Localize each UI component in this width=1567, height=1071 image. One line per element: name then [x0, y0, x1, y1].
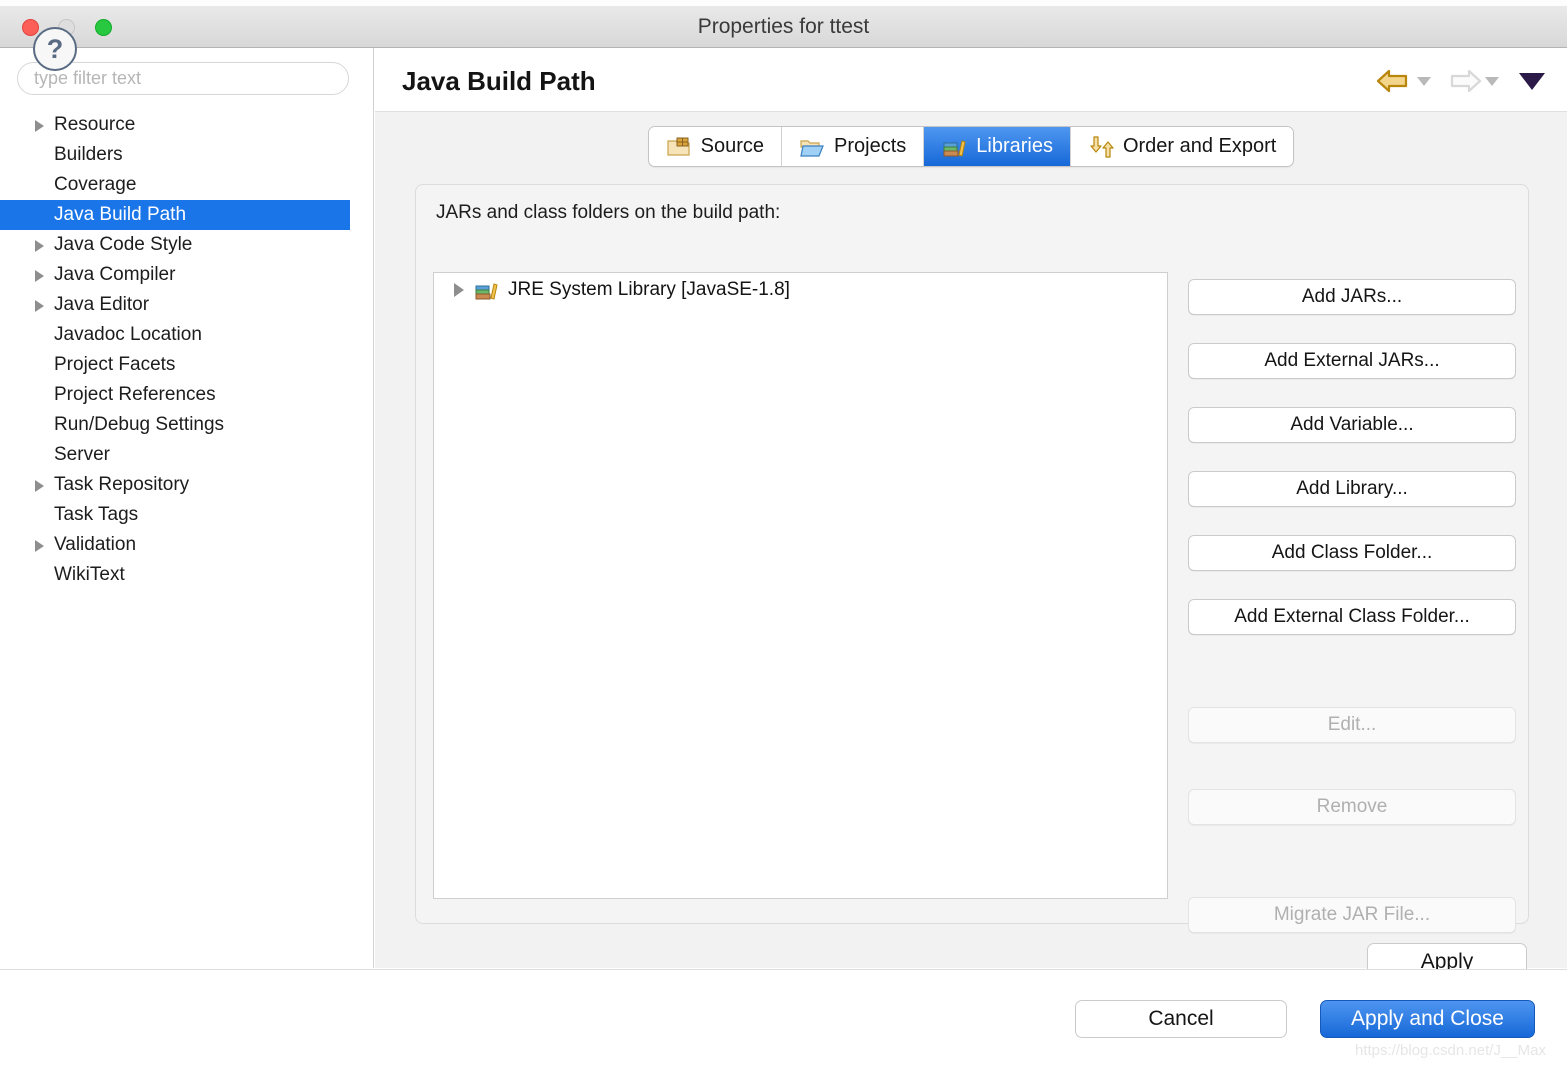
navigation-controls — [1375, 62, 1545, 100]
watermark: https://blog.csdn.net/J__Max — [1355, 1042, 1546, 1059]
sidebar-item-label: Task Repository — [54, 474, 190, 495]
tab-label: Projects — [834, 135, 907, 157]
expand-triangle-icon[interactable] — [454, 283, 464, 297]
add-variable-button[interactable]: Add Variable... — [1188, 407, 1516, 443]
migrate-jar-file-button: Migrate JAR File... — [1188, 897, 1516, 933]
sidebar-item-project-references[interactable]: Project References — [0, 380, 373, 410]
back-arrow-icon[interactable] — [1375, 66, 1415, 96]
dropdown-triangle-icon[interactable] — [1519, 72, 1545, 90]
sidebar-item-label: Task Tags — [54, 504, 139, 525]
sidebar-item-label: Validation — [54, 534, 137, 555]
add-external-class-folder-button[interactable]: Add External Class Folder... — [1188, 599, 1516, 635]
add-external-jars-button[interactable]: Add External JARs... — [1188, 343, 1516, 379]
tab-projects[interactable]: Projects — [782, 127, 925, 166]
properties-dialog: Properties for ttest Resource Builders Cov… — [0, 0, 1567, 1071]
cancel-button[interactable]: Cancel — [1075, 1000, 1287, 1038]
sidebar-item-validation[interactable]: Validation — [0, 530, 373, 560]
libraries-tab-panel: JARs and class folders on the build path… — [415, 184, 1529, 933]
sidebar-item-label: Server — [54, 444, 110, 465]
tab-libraries[interactable]: Libraries — [924, 127, 1071, 166]
libraries-listbox[interactable]: JRE System Library [JavaSE-1.8] — [433, 272, 1168, 899]
sidebar-item-java-code-style[interactable]: Java Code Style — [0, 230, 373, 260]
help-icon[interactable]: ? — [33, 27, 77, 71]
tab-label: Libraries — [976, 135, 1053, 157]
expand-triangle-icon[interactable] — [35, 120, 44, 132]
sidebar-item-javadoc-location[interactable]: Javadoc Location — [0, 320, 373, 350]
main-panel: Java Build Path Source Projects Librarie… — [375, 48, 1567, 981]
settings-sidebar: Resource Builders Coverage Java Build Path J… — [0, 48, 374, 968]
sidebar-item-project-facets[interactable]: Project Facets — [0, 350, 373, 380]
sidebar-item-resource[interactable]: Resource — [0, 110, 373, 140]
back-history-caret-icon[interactable] — [1417, 76, 1431, 86]
libraries-action-buttons: Add JARs... Add External JARs... Add Varia… — [1188, 279, 1516, 961]
window-titlebar: Properties for ttest — [0, 6, 1567, 48]
tab-order-and-export[interactable]: Order and Export — [1070, 127, 1294, 166]
settings-tree: Resource Builders Coverage Java Build Path J… — [0, 110, 373, 590]
sidebar-item-task-repository[interactable]: Task Repository — [0, 470, 373, 500]
sidebar-item-builders[interactable]: Builders — [0, 140, 373, 170]
source-folder-icon — [667, 137, 690, 156]
add-jars-button[interactable]: Add JARs... — [1188, 279, 1516, 315]
dialog-body: Resource Builders Coverage Java Build Path J… — [0, 48, 1567, 981]
sidebar-item-coverage[interactable]: Coverage — [0, 170, 373, 200]
add-library-button[interactable]: Add Library... — [1188, 471, 1516, 507]
sidebar-item-label: Builders — [54, 144, 123, 165]
build-path-tabs: Source Projects Libraries Order and Export — [375, 126, 1567, 167]
edit-button: Edit... — [1188, 707, 1516, 743]
order-arrows-icon — [1090, 135, 1114, 158]
sidebar-item-label: Java Compiler — [54, 264, 176, 285]
expand-triangle-icon[interactable] — [35, 270, 44, 282]
sidebar-item-label: WikiText — [54, 564, 125, 585]
sidebar-item-java-compiler[interactable]: Java Compiler — [0, 260, 373, 290]
sidebar-item-server[interactable]: Server — [0, 440, 373, 470]
tab-source[interactable]: Source — [648, 127, 782, 166]
sidebar-item-label: Resource — [54, 114, 136, 135]
project-folder-icon — [800, 139, 824, 157]
list-item-label: JRE System Library [JavaSE-1.8] — [508, 279, 790, 300]
sidebar-item-label: Project References — [54, 384, 216, 405]
expand-triangle-icon[interactable] — [35, 540, 44, 552]
window-title: Properties for ttest — [697, 15, 870, 38]
books-icon — [475, 283, 498, 300]
books-icon — [943, 139, 966, 157]
sidebar-item-wikitext[interactable]: WikiText — [0, 560, 373, 590]
remove-button: Remove — [1188, 789, 1516, 825]
expand-triangle-icon[interactable] — [35, 240, 44, 252]
tab-label: Source — [700, 135, 764, 157]
sidebar-item-label: Javadoc Location — [54, 324, 202, 345]
sidebar-item-run-debug-settings[interactable]: Run/Debug Settings — [0, 410, 373, 440]
expand-triangle-icon[interactable] — [35, 300, 44, 312]
tab-label: Order and Export — [1122, 135, 1277, 157]
sidebar-item-java-editor[interactable]: Java Editor — [0, 290, 373, 320]
expand-triangle-icon[interactable] — [35, 480, 44, 492]
sidebar-item-label: Project Facets — [54, 354, 176, 375]
forward-history-caret-icon — [1485, 76, 1499, 86]
panel-label: JARs and class folders on the build path… — [436, 202, 781, 223]
list-item[interactable]: JRE System Library [JavaSE-1.8] — [434, 273, 1167, 307]
tab-strip: Source Projects Libraries Order and Export — [647, 126, 1295, 167]
sidebar-item-java-build-path[interactable]: Java Build Path — [0, 200, 350, 230]
forward-arrow-icon — [1443, 66, 1483, 96]
sidebar-item-label: Coverage — [54, 174, 137, 195]
sidebar-item-label: Java Editor — [54, 294, 150, 315]
sidebar-item-label: Java Code Style — [54, 234, 193, 255]
sidebar-item-task-tags[interactable]: Task Tags — [0, 500, 373, 530]
apply-and-close-button[interactable]: Apply and Close — [1320, 1000, 1535, 1038]
page-header: Java Build Path — [375, 48, 1567, 112]
sidebar-item-label: Run/Debug Settings — [54, 414, 225, 435]
page-title: Java Build Path — [402, 66, 596, 96]
sidebar-item-label: Java Build Path — [54, 204, 187, 225]
add-class-folder-button[interactable]: Add Class Folder... — [1188, 535, 1516, 571]
